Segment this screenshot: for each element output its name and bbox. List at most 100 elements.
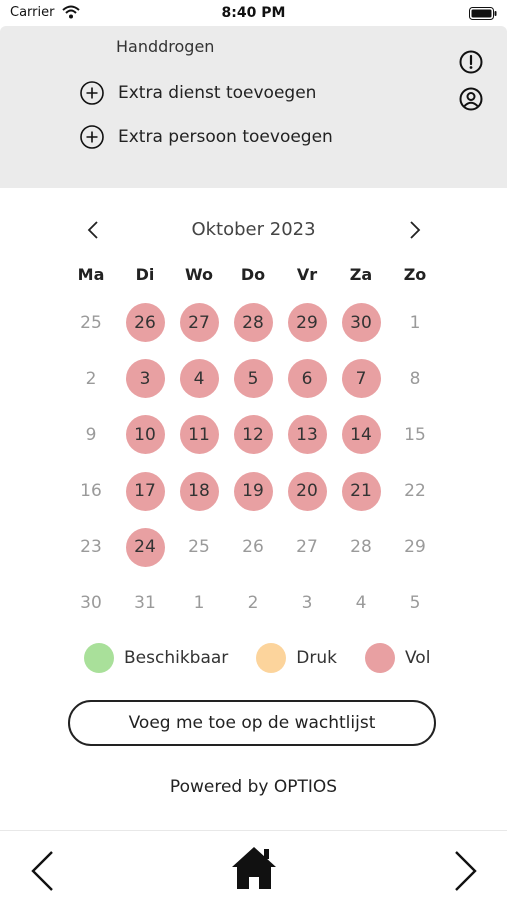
calendar-day-cell: 4 xyxy=(334,584,388,640)
weekday-label: Do xyxy=(240,265,266,284)
calendar-day-other-month: 8 xyxy=(409,368,421,389)
calendar-day-other-month: 5 xyxy=(409,593,421,614)
calendar-day-cell: 26 xyxy=(226,528,280,584)
add-extra-person-button[interactable]: Extra persoon toevoegen xyxy=(80,125,333,149)
weekday-label: Di xyxy=(135,265,155,284)
add-extra-service-label: Extra dienst toevoegen xyxy=(118,83,317,103)
calendar-day-cell: 31 xyxy=(118,584,172,640)
legend-dot-full xyxy=(365,643,395,673)
legend-item-available: Beschikbaar xyxy=(84,643,228,673)
calendar-day-full[interactable]: 20 xyxy=(287,471,327,511)
plus-circle-icon xyxy=(80,81,104,105)
calendar-day-full[interactable]: 30 xyxy=(341,303,381,342)
calendar-day-full[interactable]: 24 xyxy=(125,527,165,567)
weekday-label: Za xyxy=(349,265,373,284)
plus-circle-icon xyxy=(80,125,104,149)
info-icon[interactable] xyxy=(459,50,483,74)
calendar-grid: 25 26 27 28 29 30 1 2 3 4 5 6 7 8 9 10 11 12 13 14 15 16 17 18 1… xyxy=(64,303,442,640)
calendar-day-other-month: 3 xyxy=(301,593,313,614)
calendar-day-other-month: 28 xyxy=(350,537,372,558)
add-extra-service-button[interactable]: Extra dienst toevoegen xyxy=(80,81,316,105)
calendar-day-other-month: 2 xyxy=(247,593,259,614)
next-month-chevron-icon[interactable] xyxy=(404,219,424,241)
month-navigation: Oktober 2023 xyxy=(0,217,507,243)
calendar-day-other-month: 15 xyxy=(404,424,426,445)
calendar-day-cell: 28 xyxy=(334,528,388,584)
calendar-day-full[interactable]: 11 xyxy=(179,415,219,455)
calendar-day-full[interactable]: 5 xyxy=(233,359,273,399)
calendar-day-other-month: 25 xyxy=(188,537,210,558)
calendar-day-cell: 29 xyxy=(388,528,442,584)
calendar-day-full[interactable]: 12 xyxy=(233,415,273,455)
calendar-day-cell: 10 xyxy=(118,415,172,471)
calendar-day-full[interactable]: 26 xyxy=(125,303,165,342)
calendar-day-cell: 25 xyxy=(64,303,118,359)
calendar-day-cell: 4 xyxy=(172,359,226,415)
legend-item-full: Vol xyxy=(365,643,430,673)
calendar-day-cell: 3 xyxy=(118,359,172,415)
legend-item-busy: Druk xyxy=(256,643,337,673)
calendar-day-full[interactable]: 28 xyxy=(233,303,273,342)
calendar-day-cell: 11 xyxy=(172,415,226,471)
calendar-day-cell: 1 xyxy=(388,303,442,359)
clock-time: 8:40 PM xyxy=(221,5,286,21)
calendar-day-cell: 5 xyxy=(388,584,442,640)
calendar-day-cell: 22 xyxy=(388,472,442,528)
calendar-day-cell: 13 xyxy=(280,415,334,471)
calendar-day-other-month: 1 xyxy=(409,312,421,333)
calendar-day-other-month: 30 xyxy=(80,593,102,614)
calendar-day-cell: 30 xyxy=(64,584,118,640)
calendar-day-full[interactable]: 6 xyxy=(287,359,327,399)
calendar-day-cell: 20 xyxy=(280,471,334,528)
calendar-day-cell: 25 xyxy=(172,528,226,584)
back-chevron-icon[interactable] xyxy=(28,849,56,893)
legend-label-available: Beschikbaar xyxy=(124,648,229,668)
calendar-day-full[interactable]: 3 xyxy=(125,359,165,399)
calendar-day-cell: 1 xyxy=(172,584,226,640)
battery-icon xyxy=(469,7,497,20)
calendar-day-cell: 23 xyxy=(64,528,118,584)
calendar-day-cell: 7 xyxy=(334,359,388,415)
calendar-day-other-month: 22 xyxy=(404,481,426,502)
calendar-day-cell: 12 xyxy=(226,415,280,471)
calendar-day-full[interactable]: 10 xyxy=(125,415,165,455)
calendar-day-other-month: 31 xyxy=(134,593,156,614)
weekday-label: Ma xyxy=(77,265,105,284)
calendar-day-cell: 2 xyxy=(64,359,118,415)
calendar-day-other-month: 29 xyxy=(404,537,426,558)
calendar-day-other-month: 1 xyxy=(193,593,205,614)
calendar-day-cell: 26 xyxy=(118,303,172,359)
calendar-day-full[interactable]: 17 xyxy=(125,471,165,511)
calendar-day-other-month: 26 xyxy=(242,537,264,558)
calendar-day-other-month: 4 xyxy=(355,593,367,614)
calendar-day-cell: 21 xyxy=(334,471,388,528)
calendar-day-cell: 16 xyxy=(64,472,118,528)
calendar-day-full[interactable]: 19 xyxy=(233,471,273,511)
weekday-label: Vr xyxy=(296,265,318,284)
legend-dot-available xyxy=(84,643,114,673)
calendar-day-full[interactable]: 18 xyxy=(179,471,219,511)
calendar-day-full[interactable]: 4 xyxy=(179,359,219,399)
calendar-day-cell: 9 xyxy=(64,415,118,471)
status-bar: Carrier 8:40 PM xyxy=(0,0,507,26)
service-panel: Handdrogen Extra dienst toevoegen Extra … xyxy=(0,26,507,188)
calendar-day-full[interactable]: 14 xyxy=(341,415,381,455)
calendar-day-cell: 19 xyxy=(226,471,280,528)
profile-icon[interactable] xyxy=(459,87,483,111)
month-label: Oktober 2023 xyxy=(191,219,316,240)
calendar-day-full[interactable]: 13 xyxy=(287,415,327,455)
calendar-day-cell: 30 xyxy=(334,303,388,359)
add-extra-person-label: Extra persoon toevoegen xyxy=(118,127,333,147)
join-waitlist-button[interactable]: Voeg me toe op de wachtlijst xyxy=(68,700,436,746)
weekday-label: Zo xyxy=(403,265,427,284)
calendar-day-cell: 18 xyxy=(172,471,226,528)
calendar-day-full[interactable]: 21 xyxy=(341,471,381,511)
calendar-day-full[interactable]: 27 xyxy=(179,303,219,342)
calendar-day-full[interactable]: 7 xyxy=(341,359,381,399)
calendar-day-cell: 27 xyxy=(280,528,334,584)
calendar-day-full[interactable]: 29 xyxy=(287,303,327,342)
calendar-day-cell: 2 xyxy=(226,584,280,640)
home-icon[interactable] xyxy=(230,845,278,891)
forward-chevron-icon[interactable] xyxy=(452,849,480,893)
calendar-day-other-month: 16 xyxy=(80,481,102,502)
